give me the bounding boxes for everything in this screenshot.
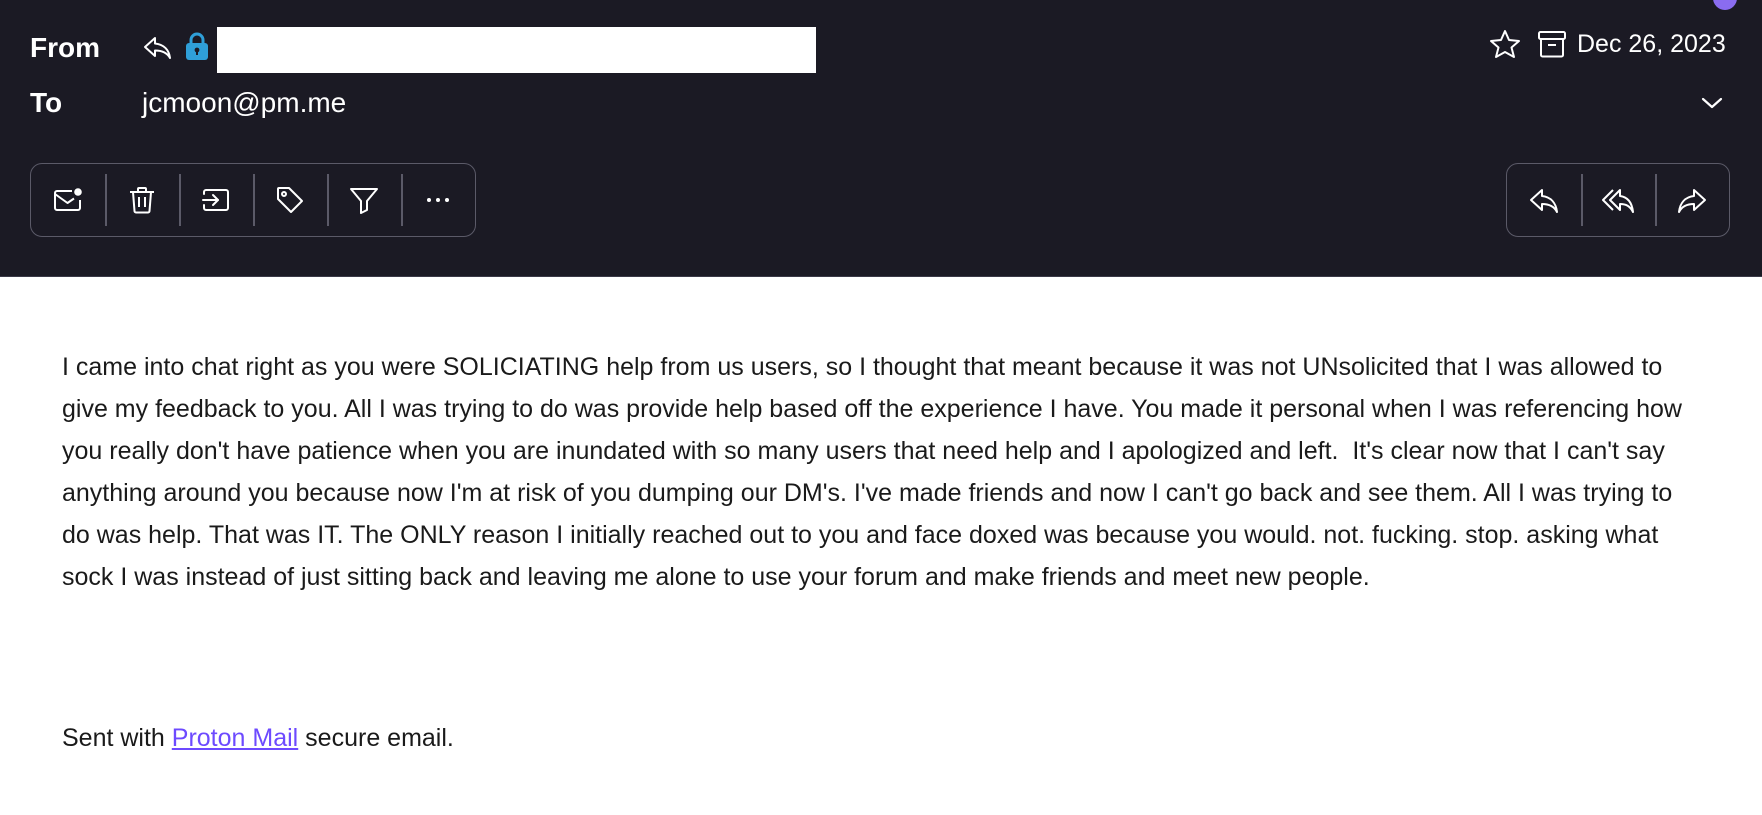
recipient-address[interactable]: jcmoon@pm.me bbox=[142, 87, 346, 119]
forward-icon bbox=[1678, 189, 1706, 213]
label-button[interactable] bbox=[253, 172, 327, 228]
reply-all-icon bbox=[1602, 189, 1634, 213]
reply-all-button[interactable] bbox=[1581, 172, 1655, 228]
reply-button[interactable] bbox=[1507, 172, 1581, 228]
more-icon bbox=[427, 198, 449, 202]
trash-icon bbox=[130, 187, 154, 214]
trash-button[interactable] bbox=[105, 172, 179, 228]
avatar[interactable] bbox=[1713, 0, 1737, 10]
archive-icon[interactable] bbox=[1537, 30, 1567, 58]
sender-address-redacted[interactable] bbox=[217, 27, 816, 73]
mark-unread-icon bbox=[54, 188, 82, 211]
message-actions-toolbar bbox=[30, 163, 476, 237]
signature-prefix: Sent with bbox=[62, 724, 172, 752]
move-to-button[interactable] bbox=[179, 172, 253, 228]
proton-mail-link[interactable]: Proton Mail bbox=[172, 724, 298, 752]
chevron-down-icon[interactable] bbox=[1699, 93, 1725, 113]
move-to-icon bbox=[202, 189, 229, 211]
label-icon bbox=[277, 187, 303, 213]
signature: Sent with Proton Mail secure email. bbox=[62, 724, 454, 753]
forward-button[interactable] bbox=[1655, 172, 1729, 228]
reply-actions-toolbar bbox=[1506, 163, 1730, 237]
star-icon[interactable] bbox=[1489, 29, 1521, 59]
lock-icon[interactable] bbox=[184, 31, 210, 61]
signature-suffix: secure email. bbox=[298, 724, 454, 752]
reply-icon bbox=[1530, 189, 1558, 213]
message-body: I came into chat right as you were SOLIC… bbox=[62, 353, 1689, 591]
to-label: To bbox=[30, 87, 63, 118]
reply-indicator-icon bbox=[142, 33, 172, 63]
message-date: Dec 26, 2023 bbox=[1577, 30, 1726, 58]
mark-unread-button[interactable] bbox=[31, 172, 105, 228]
filter-icon bbox=[350, 188, 378, 214]
message-header: From To jcmoon@pm.me Dec 26, 2023 bbox=[0, 0, 1762, 277]
from-label: From bbox=[30, 32, 100, 63]
filter-button[interactable] bbox=[327, 172, 401, 228]
more-button[interactable] bbox=[401, 172, 475, 228]
